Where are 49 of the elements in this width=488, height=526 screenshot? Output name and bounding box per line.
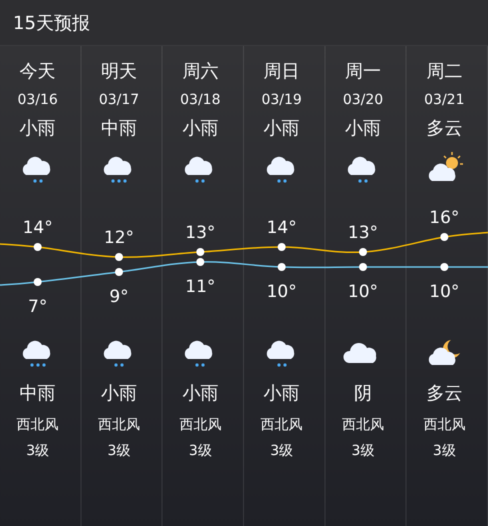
day-name: 周六: [182, 63, 218, 81]
wind-level: 3级: [188, 444, 212, 458]
date-label: 03/18: [180, 93, 220, 107]
date-label: 03/17: [98, 93, 140, 107]
weather-label: 小雨: [182, 385, 218, 403]
day-name: 周一: [344, 63, 381, 81]
wind-level: 3级: [352, 444, 374, 458]
weather-label: 小雨: [264, 385, 300, 403]
temperature-label: 11°: [185, 277, 216, 297]
day-name: 周日: [264, 63, 300, 81]
weather-label: 小雨: [344, 120, 381, 138]
weather-label: 小雨: [100, 385, 137, 403]
date-label: 03/20: [342, 93, 384, 107]
temperature-label: 7°: [28, 297, 48, 317]
wind-level: 3级: [432, 444, 456, 458]
weather-label: 多云: [426, 385, 462, 403]
weather-label: 小雨: [264, 120, 300, 138]
wind-direction: 西北风: [16, 418, 59, 432]
wind-level: 3级: [108, 444, 130, 458]
wind-level: 3级: [270, 444, 294, 458]
temperature-label: 14°: [266, 218, 297, 238]
wind-direction: 西北风: [98, 418, 140, 432]
temperature-label: 16°: [429, 208, 460, 228]
wind-level: 3级: [26, 444, 50, 458]
day-name: 今天: [20, 63, 56, 81]
temperature-label: 12°: [104, 228, 134, 248]
temperature-label: 14°: [22, 218, 53, 238]
date-label: 03/16: [17, 93, 58, 107]
wind-direction: 西北风: [179, 418, 222, 432]
date-label: 03/19: [261, 93, 302, 107]
temperature-label: 13°: [348, 223, 378, 243]
weather-label: 阴: [354, 385, 372, 403]
wind-direction: 西北风: [342, 418, 384, 432]
temperature-label: 10°: [429, 282, 460, 302]
weather-label: 中雨: [20, 385, 56, 403]
weather-label: 小雨: [182, 120, 218, 138]
temperature-label: 9°: [109, 287, 129, 307]
weather-label: 中雨: [100, 120, 137, 138]
day-name: 明天: [100, 63, 137, 81]
page-title: 15天预报: [13, 12, 90, 34]
wind-direction: 西北风: [423, 418, 466, 432]
day-name: 周二: [426, 63, 462, 81]
temperature-label: 10°: [348, 282, 378, 302]
weather-label: 小雨: [20, 120, 56, 138]
weather-label: 多云: [426, 120, 462, 138]
temperature-label: 13°: [185, 223, 216, 243]
date-label: 03/21: [424, 93, 464, 107]
wind-direction: 西北风: [260, 418, 303, 432]
temperature-label: 10°: [266, 282, 297, 302]
